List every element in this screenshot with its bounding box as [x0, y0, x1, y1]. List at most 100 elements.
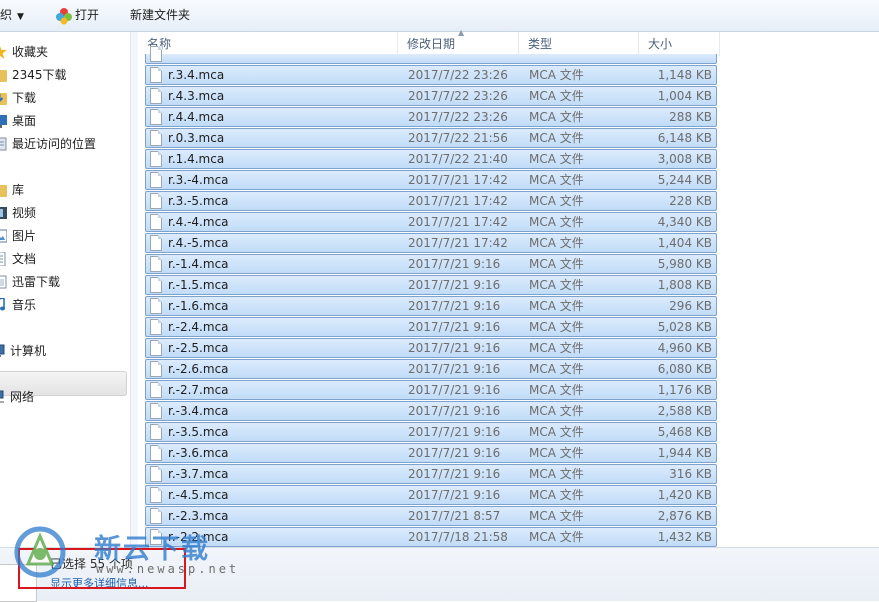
column-header-size[interactable]: 大小 [639, 32, 720, 56]
table-row[interactable]: r.-1.5.mca 2017/7/21 9:16 MCA 文件 1,808 KB [145, 275, 717, 295]
file-list: 名称 修改日期 ▲ 类型 大小 r.3.4.mca 2017/7/22 23:26… [138, 28, 879, 547]
file-size-cell: 1,404 KB [657, 236, 712, 250]
file-type-cell: MCA 文件 [529, 341, 584, 355]
table-row[interactable]: r.-4.5.mca 2017/7/21 9:16 MCA 文件 1,420 KB [145, 485, 717, 505]
table-row[interactable]: r.-2.5.mca 2017/7/21 9:16 MCA 文件 4,960 KB [145, 338, 717, 358]
file-name-cell: r.-1.5.mca [168, 278, 229, 292]
file-icon [150, 109, 162, 125]
file-date-cell: 2017/7/22 21:40 [408, 152, 508, 166]
table-row[interactable]: r.-3.5.mca 2017/7/21 9:16 MCA 文件 5,468 KB [145, 422, 717, 442]
file-icon [150, 130, 162, 146]
file-icon [150, 508, 162, 524]
file-type-cell: MCA 文件 [529, 257, 584, 271]
table-row[interactable]: r.-2.2.mca 2017/7/18 21:58 MCA 文件 1,432 KB [145, 527, 717, 547]
column-size-label: 大小 [648, 37, 673, 51]
downloads-folder-icon [0, 93, 7, 105]
table-row[interactable]: r.-1.6.mca 2017/7/21 9:16 MCA 文件 296 KB [145, 296, 717, 316]
nav-item-label: 桌面 [12, 114, 37, 128]
selection-count: 已选择 55 个项 [50, 557, 133, 571]
file-size-cell: 288 KB [669, 110, 712, 124]
file-size-cell: 5,980 KB [657, 257, 712, 271]
file-name-cell: r.-3.4.mca [168, 404, 229, 418]
folder-icon [0, 70, 7, 82]
file-type-cell: MCA 文件 [529, 383, 584, 397]
music-note-icon [0, 298, 5, 311]
file-icon [150, 445, 162, 461]
column-type-label: 类型 [528, 37, 553, 51]
file-type-cell: MCA 文件 [529, 131, 584, 145]
file-name-cell: r.3.4.mca [168, 68, 225, 82]
table-row-partial[interactable] [145, 46, 717, 64]
file-type-cell: MCA 文件 [529, 152, 584, 166]
open-button[interactable]: 打开 [55, 0, 105, 31]
column-header-row: 名称 修改日期 ▲ 类型 大小 [138, 28, 720, 56]
table-row[interactable]: r.4.-4.mca 2017/7/21 17:42 MCA 文件 4,340 KB [145, 212, 717, 232]
file-type-cell: MCA 文件 [529, 110, 584, 124]
table-row[interactable]: r.1.4.mca 2017/7/22 21:40 MCA 文件 3,008 KB [145, 149, 717, 169]
file-date-cell: 2017/7/22 23:26 [408, 89, 508, 103]
pane-splitter[interactable] [130, 32, 138, 546]
file-name-cell: r.0.3.mca [168, 131, 225, 145]
file-size-cell: 3,008 KB [657, 152, 712, 166]
nav-computer-label: 计算机 [10, 344, 47, 358]
table-row[interactable]: r.3.-5.mca 2017/7/21 17:42 MCA 文件 228 KB [145, 191, 717, 211]
file-type-cell: MCA 文件 [529, 362, 584, 376]
picture-icon [0, 229, 7, 243]
table-row[interactable]: r.-2.6.mca 2017/7/21 9:16 MCA 文件 6,080 KB [145, 359, 717, 379]
file-size-cell: 1,148 KB [657, 68, 712, 82]
file-size-cell: 1,944 KB [657, 446, 712, 460]
file-size-cell: 4,960 KB [657, 341, 712, 355]
file-date-cell: 2017/7/21 17:42 [408, 173, 508, 187]
file-icon [150, 403, 162, 419]
column-header-name[interactable]: 名称 [138, 32, 398, 56]
file-icon [150, 361, 162, 377]
table-row[interactable]: r.3.4.mca 2017/7/22 23:26 MCA 文件 1,148 KB [145, 65, 717, 85]
recent-places-icon [0, 137, 7, 151]
new-folder-button[interactable]: 新建文件夹 [130, 0, 190, 31]
file-name-cell: r.-3.7.mca [168, 467, 229, 481]
nav-item-label: 图片 [12, 229, 37, 243]
file-size-cell: 1,808 KB [657, 278, 712, 292]
file-type-cell: MCA 文件 [529, 299, 584, 313]
new-folder-label: 新建文件夹 [130, 8, 191, 22]
file-size-cell: 1,420 KB [657, 488, 712, 502]
table-row[interactable]: r.-1.4.mca 2017/7/21 9:16 MCA 文件 5,980 KB [145, 254, 717, 274]
file-type-cell: MCA 文件 [529, 467, 584, 481]
table-row[interactable]: r.3.-4.mca 2017/7/21 17:42 MCA 文件 5,244 KB [145, 170, 717, 190]
file-name-cell: r.-3.5.mca [168, 425, 229, 439]
file-type-cell: MCA 文件 [529, 68, 584, 82]
nav-item-label: 下载 [12, 91, 37, 105]
file-size-cell: 6,148 KB [657, 131, 712, 145]
file-name-cell: r.-2.7.mca [168, 383, 229, 397]
file-name-cell: r.3.-5.mca [168, 194, 229, 208]
table-row[interactable]: r.4.3.mca 2017/7/22 23:26 MCA 文件 1,004 KB [145, 86, 717, 106]
navigation-pane: 收藏夹 2345下载 下载 桌面 最近访问的位置 库 视频 图片 文档 迅雷下载… [0, 32, 130, 546]
document-icon [0, 252, 6, 266]
table-row[interactable]: r.-2.3.mca 2017/7/21 8:57 MCA 文件 2,876 KB [145, 506, 717, 526]
table-row[interactable]: r.-2.4.mca 2017/7/21 9:16 MCA 文件 5,028 KB [145, 317, 717, 337]
file-date-cell: 2017/7/21 9:16 [408, 425, 501, 439]
table-row[interactable]: r.-3.6.mca 2017/7/21 9:16 MCA 文件 1,944 KB [145, 443, 717, 463]
file-type-cell: MCA 文件 [529, 425, 584, 439]
file-icon [150, 193, 162, 209]
nav-item-label: 音乐 [12, 298, 37, 312]
column-header-type[interactable]: 类型 [519, 32, 639, 56]
table-row[interactable]: r.4.-5.mca 2017/7/21 17:42 MCA 文件 1,404 KB [145, 233, 717, 253]
file-type-cell: MCA 文件 [529, 236, 584, 250]
file-size-cell: 4,340 KB [657, 215, 712, 229]
table-row[interactable]: r.0.3.mca 2017/7/22 21:56 MCA 文件 6,148 KB [145, 128, 717, 148]
table-row[interactable]: r.-3.7.mca 2017/7/21 9:16 MCA 文件 316 KB [145, 464, 717, 484]
file-name-cell: r.4.-5.mca [168, 236, 229, 250]
table-row[interactable]: r.-3.4.mca 2017/7/21 9:16 MCA 文件 2,588 KB [145, 401, 717, 421]
open-with-icon [56, 8, 72, 25]
file-name-cell: r.-1.6.mca [168, 299, 229, 313]
organize-button[interactable]: 织 ▼ [0, 0, 24, 31]
table-row[interactable]: r.4.4.mca 2017/7/22 23:26 MCA 文件 288 KB [145, 107, 717, 127]
nav-item-label: 文档 [12, 252, 37, 266]
file-name-cell: r.-2.6.mca [168, 362, 229, 376]
show-more-details-link[interactable]: 显示更多详细信息... [50, 575, 149, 591]
file-size-cell: 228 KB [669, 194, 712, 208]
file-type-cell: MCA 文件 [529, 278, 584, 292]
table-row[interactable]: r.-2.7.mca 2017/7/21 9:16 MCA 文件 1,176 KB [145, 380, 717, 400]
file-name-cell: r.-3.6.mca [168, 446, 229, 460]
